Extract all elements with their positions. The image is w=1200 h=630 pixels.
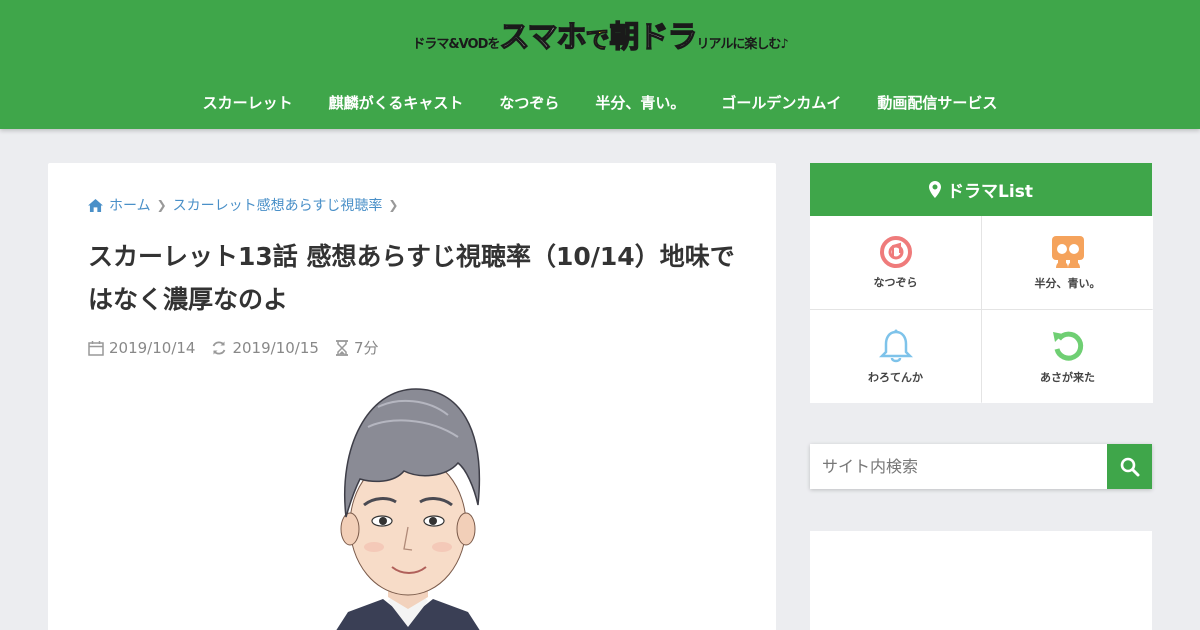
published-date: 2019/10/14 xyxy=(88,339,195,357)
article-title: スカーレット13話 感想あらすじ視聴率（10/14）地味ではなく濃厚なのよ xyxy=(88,242,735,314)
bell-icon xyxy=(878,329,913,362)
updated-date-text: 2019/10/15 xyxy=(232,338,319,357)
logo-text-prefix: ドラマ&VODを xyxy=(412,37,500,52)
home-icon xyxy=(88,198,103,212)
nav-item-natsuzora[interactable]: なつぞら xyxy=(481,84,577,121)
search-button[interactable] xyxy=(1107,444,1152,489)
refresh-icon xyxy=(213,340,226,355)
search-input[interactable] xyxy=(810,444,1107,489)
breadcrumb: ホーム ❯ スカーレット感想あらすじ視聴率 ❯ xyxy=(88,195,404,215)
chevron-right-icon: ❯ xyxy=(156,198,167,212)
nav-item-golden-kamuy[interactable]: ゴールデンカムイ xyxy=(703,84,859,121)
drama-list-label: あさが来た xyxy=(1040,370,1095,384)
breadcrumb-category-link[interactable]: スカーレット感想あらすじ視聴率 xyxy=(173,195,383,215)
article-meta: 2019/10/14 2019/10/15 7分 xyxy=(88,337,394,358)
drama-list-item-natsuzora[interactable]: なつぞら xyxy=(810,216,981,309)
people-icon xyxy=(1051,235,1084,268)
nav-item-kirin[interactable]: 麒麟がくるキャスト xyxy=(311,84,482,121)
updated-date: 2019/10/15 xyxy=(211,338,319,357)
chevron-right-icon: ❯ xyxy=(388,198,399,212)
drama-list-label: わろてんか xyxy=(868,370,923,384)
search-icon xyxy=(1120,457,1139,476)
drama-list-label: 半分、青い。 xyxy=(1034,276,1101,290)
music-disc-icon xyxy=(879,235,912,268)
calendar-icon xyxy=(88,340,104,356)
site-logo[interactable]: ドラマ&VODを スマホ で 朝ドラ リアルに楽しむ♪ xyxy=(0,19,1200,56)
eyecatch-illustration xyxy=(308,387,508,630)
read-time-text: 7分 xyxy=(353,339,379,357)
article-card: ホーム ❯ スカーレット感想あらすじ視聴率 ❯ スカーレット13話 感想あらすじ… xyxy=(48,163,776,630)
drama-list-item-warotenka[interactable]: わろてんか xyxy=(810,310,981,403)
drama-list-item-asagakita[interactable]: あさが来た xyxy=(982,310,1153,403)
logo-text-sumaho: スマホ xyxy=(499,19,588,55)
nav-item-hanbun-aoi[interactable]: 半分、青い。 xyxy=(577,84,703,121)
drama-list-label: なつぞら xyxy=(873,275,918,289)
drama-list-header: ドラマList xyxy=(810,163,1152,216)
refresh-icon xyxy=(1052,331,1083,361)
site-header: ドラマ&VODを スマホ で 朝ドラ リアルに楽しむ♪ スカーレット 麒麟がくる… xyxy=(0,0,1200,129)
breadcrumb-home-link[interactable]: ホーム xyxy=(109,195,151,215)
hourglass-icon xyxy=(335,339,348,356)
nav-item-scarlet[interactable]: スカーレット xyxy=(185,84,311,121)
nav-item-vod[interactable]: 動画配信サービス xyxy=(859,84,1015,121)
logo-text-asadora: 朝ドラ xyxy=(609,19,698,55)
sidebar-widget xyxy=(810,531,1152,630)
site-search xyxy=(810,444,1152,489)
drama-list-item-hanbun-aoi[interactable]: 半分、青い。 xyxy=(982,216,1153,309)
read-time: 7分 xyxy=(335,337,379,358)
map-marker-icon xyxy=(929,181,942,198)
drama-list-grid: なつぞら 半分、青い。 わろてんか あさが来た xyxy=(810,216,1153,403)
published-date-text: 2019/10/14 xyxy=(109,338,196,357)
drama-list-title: ドラマList xyxy=(947,182,1033,202)
global-nav: スカーレット 麒麟がくるキャスト なつぞら 半分、青い。 ゴールデンカムイ 動画… xyxy=(0,84,1200,121)
logo-text-de: で xyxy=(585,26,610,55)
logo-text-suffix: リアルに楽しむ♪ xyxy=(696,37,788,52)
